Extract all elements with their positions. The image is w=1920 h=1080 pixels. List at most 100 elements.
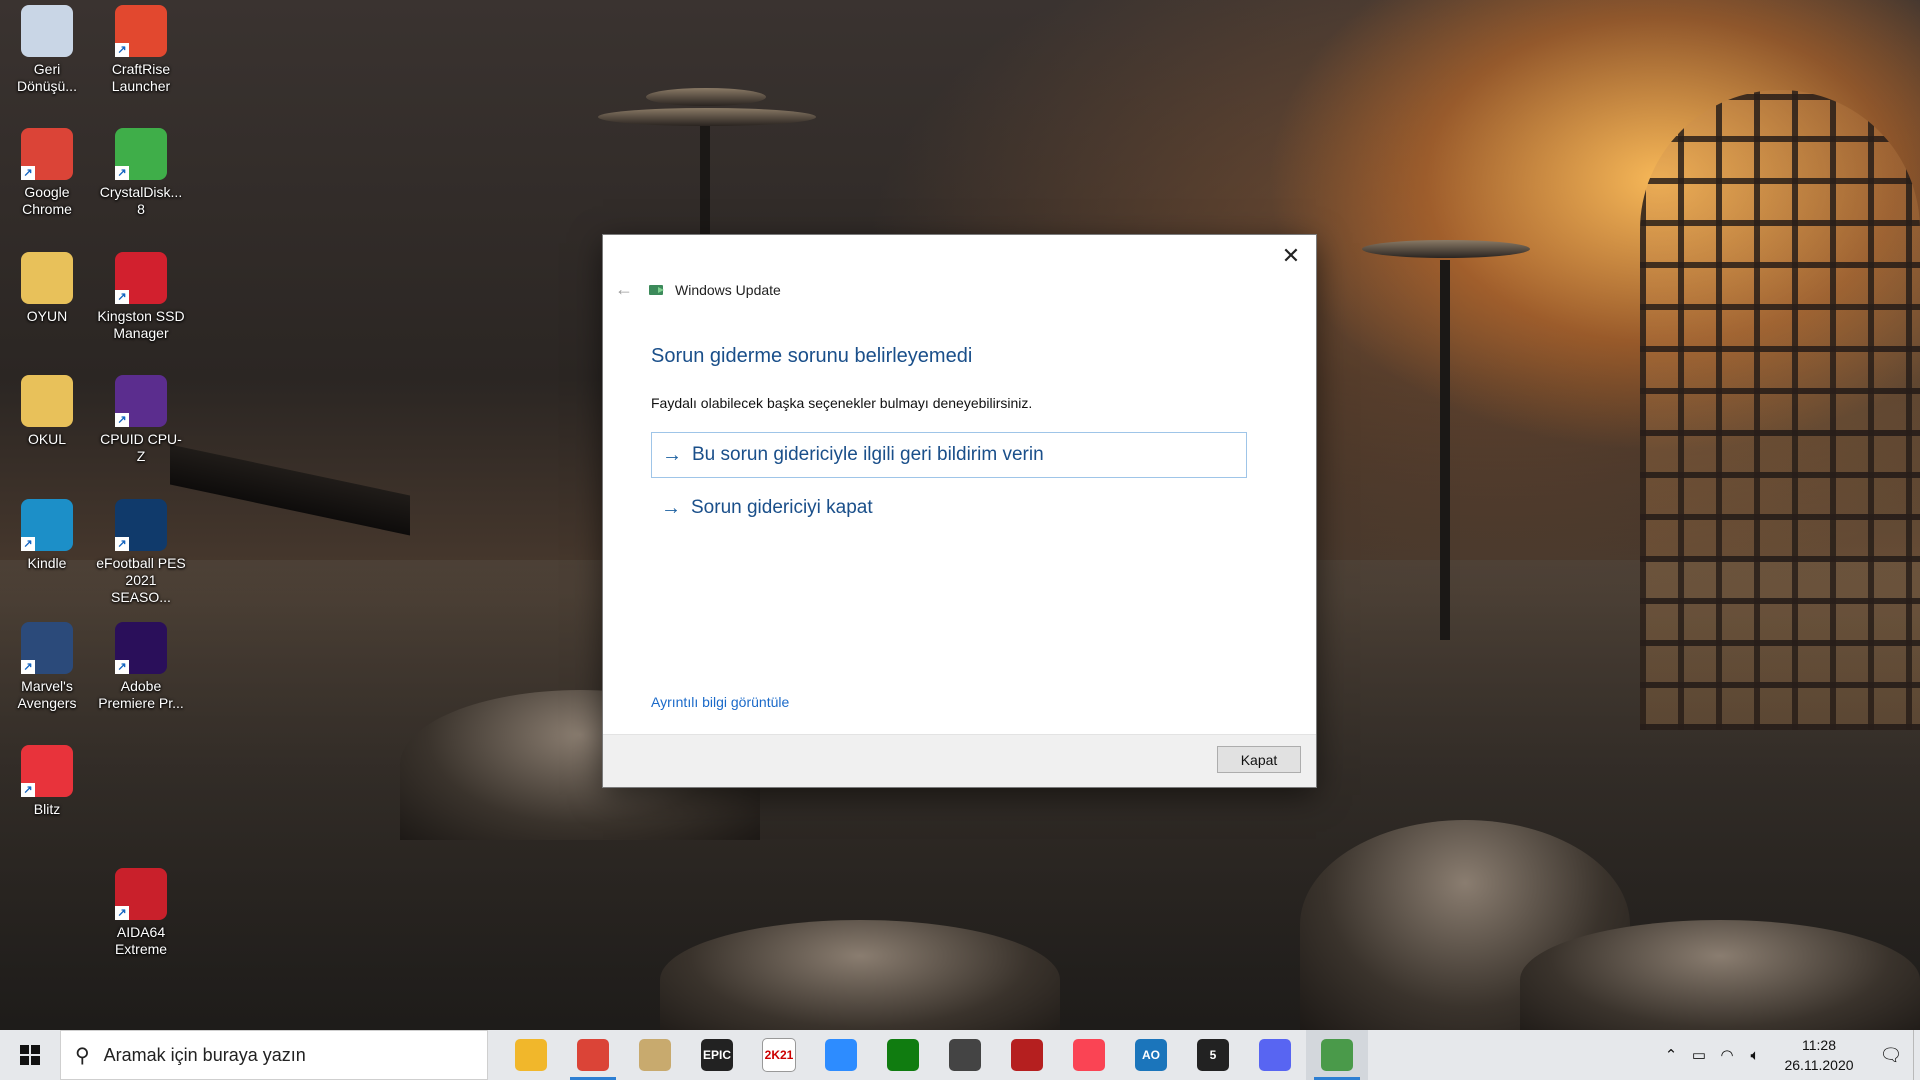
desktop-icon-label: OKUL — [27, 431, 67, 447]
desktop-icon-label: Adobe Premiere Pr... — [98, 678, 184, 711]
desktop-icon[interactable]: ↗ CPUID CPU-Z — [96, 375, 186, 465]
shortcut-arrow-icon: ↗ — [115, 906, 129, 920]
taskbar: ⚲ Aramak için buraya yazın EPIC 2K21 AO 5 ⌃… — [0, 1030, 1920, 1080]
start-button[interactable] — [0, 1030, 60, 1080]
discord-icon — [1259, 1039, 1291, 1071]
nba2k21-icon: 2K21 — [762, 1038, 796, 1072]
chrome-taskbar-icon — [577, 1039, 609, 1071]
redcard-icon — [1011, 1039, 1043, 1071]
desktop-icon-label: Kingston SSD Manager — [97, 308, 185, 341]
feedback-option-label: Bu sorun gidericiyle ilgili geri bildiri… — [692, 444, 1044, 465]
battery-icon[interactable]: ▭ — [1685, 1046, 1713, 1064]
shortcut-arrow-icon: ↗ — [21, 537, 35, 551]
wallpaper-dome — [1520, 920, 1920, 1040]
taskbar-app-button[interactable]: 5 — [1182, 1030, 1244, 1080]
desktop-icon[interactable]: OYUN — [2, 252, 92, 325]
desktop-icon[interactable]: ↗ Kindle — [2, 499, 92, 572]
crystaldisk-icon: ↗ — [115, 128, 167, 180]
taskbar-clock[interactable]: 11:28 26.11.2020 — [1777, 1035, 1861, 1075]
desktop-icon-label: Google Chrome — [22, 184, 72, 217]
desktop-icon[interactable]: Geri Dönüşü... — [2, 5, 92, 95]
cpuz-icon: ↗ — [115, 375, 167, 427]
chrome-icon: ↗ — [21, 128, 73, 180]
taskbar-pinned-apps: EPIC 2K21 AO 5 — [500, 1030, 1368, 1080]
desktop-icon-label: CrystalDisk... 8 — [99, 184, 183, 217]
search-placeholder: Aramak için buraya yazın — [103, 1044, 306, 1065]
taskbar-app-button[interactable] — [1244, 1030, 1306, 1080]
shortcut-arrow-icon: ↗ — [21, 783, 35, 797]
folder-icon — [21, 375, 73, 427]
close-button[interactable]: Kapat — [1217, 746, 1301, 773]
desktop-icon-label: Geri Dönüşü... — [17, 61, 77, 94]
desktop-icon[interactable]: ↗ AIDA64 Extreme — [96, 868, 186, 958]
desktop-icon[interactable]: ↗ Marvel's Avengers — [2, 622, 92, 712]
arrow-right-icon: → — [662, 443, 682, 466]
avengers-icon: ↗ — [21, 622, 73, 674]
back-arrow-icon[interactable]: ← — [615, 279, 635, 300]
epic-games-icon: EPIC — [701, 1039, 733, 1071]
desktop-icon-label: Marvel's Avengers — [17, 678, 77, 711]
channel5-icon: 5 — [1197, 1039, 1229, 1071]
windows-update-taskbar-icon — [1321, 1039, 1353, 1071]
taskbar-app-button[interactable]: 2K21 — [748, 1030, 810, 1080]
desktop-icon[interactable]: ↗ Google Chrome — [2, 128, 92, 218]
taskbar-app-button[interactable] — [1058, 1030, 1120, 1080]
wallpaper-tower-disc — [1362, 240, 1530, 258]
desktop-icon-label: CraftRise Launcher — [111, 61, 171, 94]
search-icon: ⚲ — [75, 1044, 90, 1067]
clock-date: 26.11.2020 — [1784, 1057, 1854, 1073]
desktop-icon-label: Blitz — [33, 801, 61, 817]
windows-update-icon — [649, 283, 667, 297]
taskbar-search-box[interactable]: ⚲ Aramak için buraya yazın — [60, 1030, 488, 1080]
desktop-icon[interactable]: ↗ Adobe Premiere Pr... — [96, 622, 186, 712]
close-icon[interactable]: ✕ — [1278, 243, 1304, 269]
taskbar-app-button[interactable] — [934, 1030, 996, 1080]
shortcut-arrow-icon: ↗ — [115, 43, 129, 57]
taskbar-app-button[interactable]: AO — [1120, 1030, 1182, 1080]
zoom-icon — [825, 1039, 857, 1071]
shortcut-arrow-icon: ↗ — [21, 166, 35, 180]
wallpaper-dome — [660, 920, 1060, 1040]
taskbar-app-button[interactable] — [1306, 1030, 1368, 1080]
taskbar-app-button[interactable]: EPIC — [686, 1030, 748, 1080]
ao-tennis-icon: AO — [1135, 1039, 1167, 1071]
kingston-icon: ↗ — [115, 252, 167, 304]
league-of-legends-icon — [639, 1039, 671, 1071]
volume-icon[interactable]: 🔈︎ — [1741, 1047, 1769, 1064]
shortcut-arrow-icon: ↗ — [115, 166, 129, 180]
desktop-icon[interactable]: ↗ CrystalDisk... 8 — [96, 128, 186, 218]
show-desktop-button[interactable] — [1913, 1030, 1920, 1080]
taskbar-app-button[interactable] — [624, 1030, 686, 1080]
clock-time: 11:28 — [1802, 1037, 1836, 1053]
wallpaper-cage-structure — [1640, 90, 1920, 730]
wifi-icon[interactable]: ◠ — [1713, 1046, 1741, 1064]
dialog-heading: Sorun giderme sorunu belirleyemedi — [651, 345, 973, 367]
taskbar-app-button[interactable] — [500, 1030, 562, 1080]
close-troubleshooter-option-link[interactable]: → Sorun gidericiyi kapat — [651, 485, 1247, 531]
shortcut-arrow-icon: ↗ — [115, 290, 129, 304]
desktop-icon[interactable]: ↗ Blitz — [2, 745, 92, 818]
desktop-icon[interactable]: OKUL — [2, 375, 92, 448]
shortcut-arrow-icon: ↗ — [115, 413, 129, 427]
premiere-icon: ↗ — [115, 622, 167, 674]
wallpaper-tower-disc — [598, 108, 816, 126]
desktop-icon[interactable]: ↗ eFootball PES 2021 SEASO... — [96, 499, 186, 606]
chevron-up-icon[interactable]: ⌃ — [1657, 1046, 1685, 1064]
notifications-icon[interactable]: 🗨︎ — [1869, 1045, 1913, 1066]
wallpaper-tower-disc — [646, 88, 766, 106]
file-explorer-icon — [515, 1039, 547, 1071]
taskbar-app-button[interactable] — [562, 1030, 624, 1080]
shortcut-arrow-icon: ↗ — [21, 660, 35, 674]
feedback-option-link[interactable]: → Bu sorun gidericiyle ilgili geri bildi… — [651, 432, 1247, 478]
taskbar-app-button[interactable] — [996, 1030, 1058, 1080]
taskbar-app-button[interactable] — [810, 1030, 872, 1080]
view-details-link[interactable]: Ayrıntılı bilgi görüntüle — [651, 694, 789, 710]
desktop-icon[interactable]: ↗ CraftRise Launcher — [96, 5, 186, 95]
desktop-icon-label: AIDA64 Extreme — [114, 924, 168, 957]
close-troubleshooter-option-label: Sorun gidericiyi kapat — [691, 497, 873, 518]
aida64-icon: ↗ — [115, 868, 167, 920]
taskbar-app-button[interactable] — [872, 1030, 934, 1080]
blitz-icon: ↗ — [21, 745, 73, 797]
recycle-bin-icon — [21, 5, 73, 57]
desktop-icon[interactable]: ↗ Kingston SSD Manager — [96, 252, 186, 342]
